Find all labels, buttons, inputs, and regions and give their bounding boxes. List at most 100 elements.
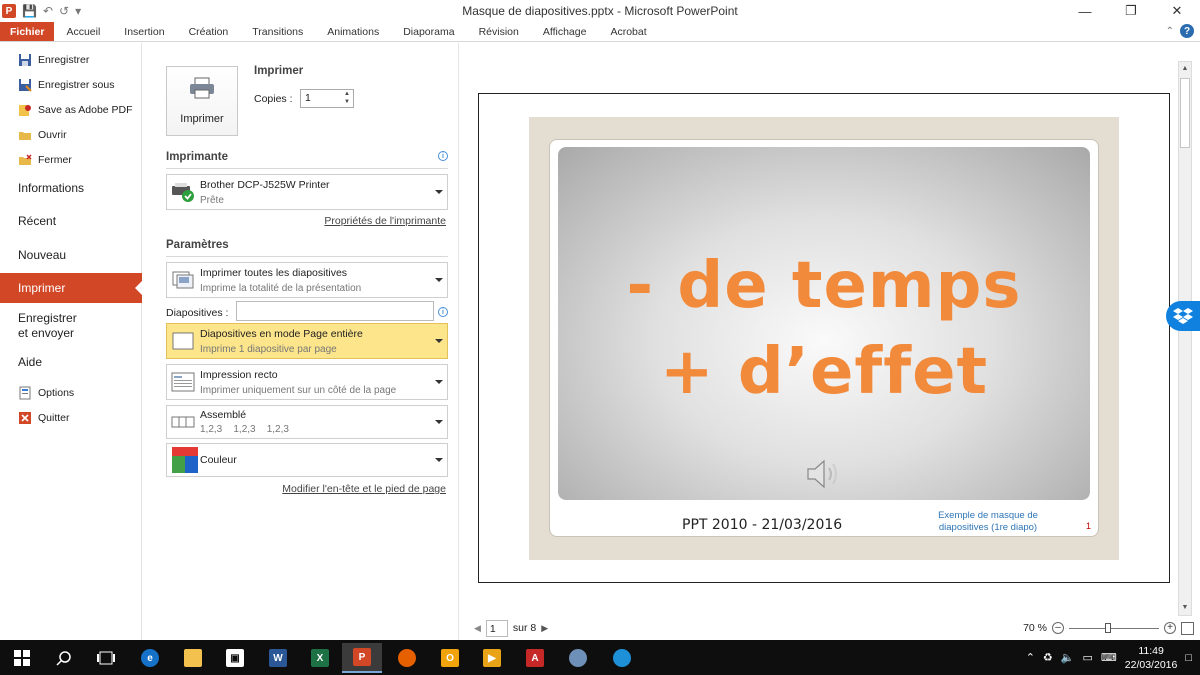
nav-imprimer[interactable]: Imprimer <box>0 273 143 303</box>
firefox-icon[interactable] <box>387 643 427 673</box>
nav-recent[interactable]: Récent <box>0 210 142 232</box>
slide-title-line2: + d’effet <box>659 335 989 409</box>
all-slides-icon <box>172 271 194 289</box>
zoom-slider-thumb[interactable] <box>1105 622 1111 633</box>
tab-insertion[interactable]: Insertion <box>112 22 176 41</box>
slide-content: - de temps + d’effet <box>558 147 1090 500</box>
slide-background: - de temps + d’effet PPT 2010 - 21/03/20… <box>529 117 1119 560</box>
volume-icon[interactable]: 🔈 <box>1061 651 1075 664</box>
zoom-slider[interactable] <box>1069 622 1159 633</box>
restore-button[interactable]: ❐ <box>1108 0 1154 22</box>
backstage-nav: Enregistrer Enregistrer sous Save as Ado… <box>0 43 143 640</box>
scroll-down-icon[interactable]: ▼ <box>1179 601 1191 615</box>
dropbox-icon[interactable] <box>1166 301 1200 331</box>
color-dropdown[interactable]: Couleur <box>166 443 448 477</box>
options-icon <box>19 386 31 400</box>
close-button[interactable]: ✕ <box>1154 0 1200 22</box>
network-icon[interactable]: ♻ <box>1043 651 1053 664</box>
printer-ready-icon <box>172 183 194 202</box>
slides-info-icon[interactable]: i <box>438 307 448 317</box>
copies-label: Copies : <box>254 93 293 105</box>
scrollbar-thumb[interactable] <box>1180 78 1190 148</box>
media-player-icon[interactable]: ▶ <box>472 643 512 673</box>
page-total: sur 8 <box>512 622 537 634</box>
outlook-icon[interactable]: O <box>430 643 470 673</box>
layout-dropdown[interactable]: Diapositives en mode Page entière Imprim… <box>166 323 448 359</box>
word-icon[interactable]: W <box>258 643 298 673</box>
chevron-down-icon <box>435 278 443 282</box>
cmd-ouvrir[interactable]: Ouvrir <box>18 126 67 144</box>
spin-up-icon[interactable]: ▲ <box>342 90 352 98</box>
print-range-dropdown[interactable]: Imprimer toutes les diapositives Imprime… <box>166 262 448 298</box>
close-folder-icon <box>19 154 32 165</box>
chevron-down-icon <box>435 458 443 462</box>
copies-spinner[interactable]: ▲ ▼ <box>342 90 352 107</box>
header-footer-link[interactable]: Modifier l'en-tête et le pied de page <box>282 483 446 495</box>
collate-dropdown[interactable]: Assemblé 1,2,3 1,2,3 1,2,3 <box>166 405 448 439</box>
tab-transitions[interactable]: Transitions <box>240 22 315 41</box>
tab-fichier[interactable]: Fichier <box>0 22 55 41</box>
clock[interactable]: 11:49 22/03/2016 <box>1125 644 1178 672</box>
file-explorer-icon[interactable] <box>173 643 213 673</box>
windows-start-icon[interactable] <box>2 643 42 673</box>
tab-accueil[interactable]: Accueil <box>54 22 112 41</box>
tab-affichage[interactable]: Affichage <box>531 22 599 41</box>
notifications-icon[interactable]: □ <box>1185 652 1192 664</box>
print-settings-panel: Imprimer Imprimer Copies : 1 ▲ ▼ Impriman… <box>143 43 459 640</box>
clock-time: 11:49 <box>1138 644 1164 657</box>
cmd-label: Enregistrer <box>38 54 90 66</box>
tab-animations[interactable]: Animations <box>315 22 391 41</box>
exit-icon <box>19 412 31 424</box>
powerpoint-taskbar-icon[interactable]: P <box>342 643 382 673</box>
slides-input[interactable] <box>236 301 434 321</box>
copies-input[interactable]: 1 ▲ ▼ <box>300 89 354 108</box>
show-hidden-icons-icon[interactable]: ⌃ <box>1026 651 1035 664</box>
tab-diaporama[interactable]: Diaporama <box>391 22 466 41</box>
printer-dropdown[interactable]: Brother DCP-J525W Printer Prête <box>166 174 448 210</box>
printer-properties-link[interactable]: Propriétés de l'imprimante <box>324 215 446 227</box>
tab-creation[interactable]: Création <box>177 22 241 41</box>
preview-scrollbar[interactable]: ▲ ▼ <box>1178 61 1192 616</box>
search-icon[interactable] <box>44 643 84 673</box>
printer-info-icon[interactable]: i <box>438 151 448 161</box>
tab-acrobat[interactable]: Acrobat <box>598 22 658 41</box>
tab-revision[interactable]: Révision <box>467 22 531 41</box>
scroll-up-icon[interactable]: ▲ <box>1179 62 1191 76</box>
zoom-out-icon[interactable]: – <box>1052 622 1064 634</box>
spin-down-icon[interactable]: ▼ <box>342 98 352 106</box>
chevron-down-icon <box>435 380 443 384</box>
cmd-quitter[interactable]: Quitter <box>18 409 70 427</box>
keyboard-icon[interactable]: ⌨ <box>1101 651 1117 664</box>
prev-page-icon[interactable]: ◀ <box>474 623 481 634</box>
cmd-options[interactable]: Options <box>18 384 74 402</box>
sides-dropdown[interactable]: Impression recto Imprimer uniquement sur… <box>166 364 448 400</box>
nav-nouveau[interactable]: Nouveau <box>0 244 142 266</box>
collapse-ribbon-icon[interactable]: ⌃ <box>1166 26 1174 37</box>
zoom-level[interactable]: 70 % <box>1023 622 1047 634</box>
page-number-input[interactable]: 1 <box>485 619 508 637</box>
minimize-button[interactable]: — <box>1062 0 1108 22</box>
store-icon[interactable]: ▣ <box>215 643 255 673</box>
app-icon[interactable] <box>602 643 642 673</box>
nav-informations[interactable]: Informations <box>0 177 142 199</box>
printer-section-title: Imprimante <box>166 151 228 163</box>
battery-icon[interactable]: ▭ <box>1082 651 1092 664</box>
next-page-icon[interactable]: ▶ <box>541 623 548 634</box>
paint-icon[interactable] <box>558 643 598 673</box>
zoom-in-icon[interactable]: + <box>1164 622 1176 634</box>
cmd-enregistrer[interactable]: Enregistrer <box>18 51 89 69</box>
task-view-icon[interactable] <box>86 643 126 673</box>
collate-subtitle: 1,2,3 1,2,3 1,2,3 <box>200 424 289 435</box>
print-button[interactable]: Imprimer <box>166 66 238 136</box>
edge-icon[interactable]: e <box>130 643 170 673</box>
cmd-fermer[interactable]: Fermer <box>18 151 72 169</box>
nav-enregistrer-et-envoyer[interactable]: Enregistrer et envoyer <box>0 309 142 343</box>
help-icon[interactable]: ? <box>1180 24 1194 38</box>
cmd-save-as-pdf[interactable]: Save as Adobe PDF <box>18 101 133 119</box>
excel-icon[interactable]: X <box>300 643 340 673</box>
chevron-down-icon <box>435 339 443 343</box>
fit-to-window-icon[interactable] <box>1181 621 1194 635</box>
cmd-enregistrer-sous[interactable]: Enregistrer sous <box>18 76 114 94</box>
acrobat-icon[interactable]: A <box>515 643 555 673</box>
nav-aide[interactable]: Aide <box>0 351 142 373</box>
